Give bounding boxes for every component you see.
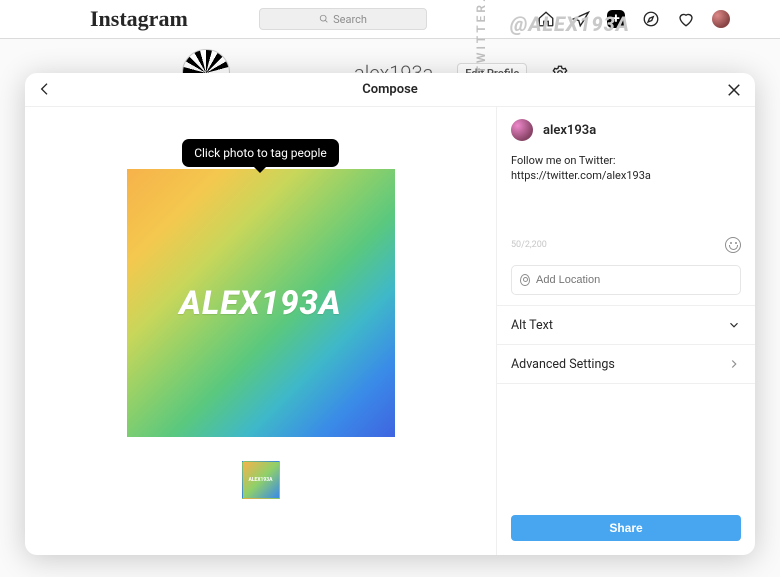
location-field[interactable]	[511, 265, 741, 295]
home-icon[interactable]	[537, 10, 555, 28]
messages-icon[interactable]	[572, 10, 590, 28]
compose-avatar	[511, 119, 533, 141]
close-button[interactable]	[725, 81, 743, 99]
advanced-settings-label: Advanced Settings	[511, 357, 615, 372]
share-button[interactable]: Share	[511, 515, 741, 541]
alt-text-row[interactable]: Alt Text	[497, 306, 755, 344]
back-button[interactable]	[37, 81, 53, 97]
modal-title: Compose	[362, 82, 418, 97]
search-input[interactable]: Search	[259, 8, 427, 30]
search-icon	[319, 14, 329, 24]
compose-username: alex193a	[543, 123, 596, 138]
new-post-icon[interactable]: +	[607, 10, 625, 28]
search-placeholder: Search	[333, 13, 367, 26]
tag-tooltip: Click photo to tag people	[182, 139, 339, 167]
caption-input[interactable]	[511, 151, 741, 229]
location-input[interactable]	[536, 274, 732, 286]
caption-counter: 50/2,200	[511, 240, 547, 250]
instagram-logo[interactable]: Instagram	[90, 6, 188, 32]
chevron-right-icon	[727, 357, 741, 371]
location-pin-icon	[520, 274, 530, 286]
chevron-down-icon	[727, 318, 741, 332]
compose-modal: Compose Click photo to tag people ALEX19…	[25, 73, 755, 555]
post-image-text: ALEX193A	[179, 284, 341, 323]
emoji-picker-icon[interactable]	[725, 237, 741, 253]
post-image[interactable]: ALEX193A	[127, 169, 395, 437]
profile-avatar-nav[interactable]	[712, 10, 730, 28]
activity-icon[interactable]	[677, 10, 695, 28]
explore-icon[interactable]	[642, 10, 660, 28]
thumbnail-1[interactable]: ALEX193A	[242, 461, 280, 499]
alt-text-label: Alt Text	[511, 318, 553, 333]
advanced-settings-row[interactable]: Advanced Settings	[497, 345, 755, 383]
